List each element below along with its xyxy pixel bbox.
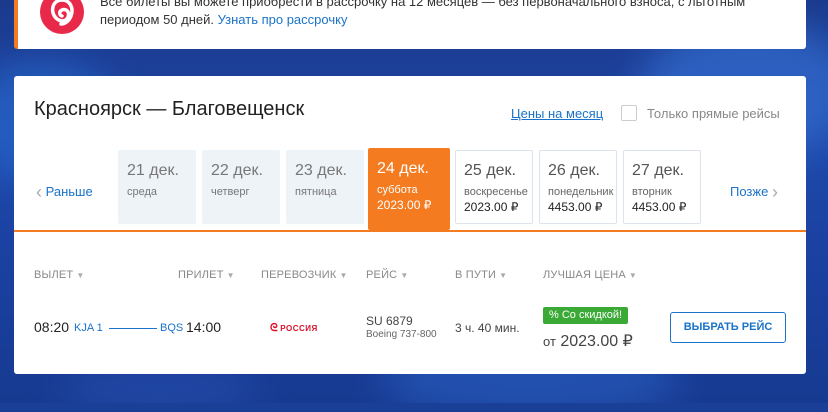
later-dates-button[interactable]: Позже › [730, 182, 778, 203]
promo-message: Все билеты вы можете приобрести в рассро… [100, 0, 746, 27]
sort-price-header[interactable]: ЛУЧШАЯ ЦЕНА ▼ [543, 269, 637, 281]
month-prices-link[interactable]: Цены на месяц [511, 106, 603, 121]
date-day: 25 дек. [464, 162, 516, 179]
date-weekday: суббота [377, 184, 418, 196]
date-day: 24 дек. [377, 160, 429, 177]
carrier-header-label: ПЕРЕВОЗЧИК [261, 269, 337, 281]
flight-header-label: РЕЙС [366, 269, 398, 281]
sort-flight-header[interactable]: РЕЙС ▼ [366, 269, 408, 281]
sort-caret-icon: ▼ [226, 271, 235, 280]
departure-airport: KJA 1 [74, 322, 103, 334]
price-amount: 2023.00 ₽ [560, 333, 633, 350]
installment-info-link[interactable]: Узнать про рассрочку [218, 12, 348, 27]
select-flight-button[interactable]: ВЫБРАТЬ РЕЙС [670, 312, 786, 343]
installment-promo-banner: Все билеты вы можете приобрести в рассро… [14, 0, 806, 49]
date-weekday: вторник [632, 186, 672, 198]
direct-flights-checkbox[interactable] [621, 105, 637, 121]
date-weekday: понедельник [548, 186, 614, 198]
earlier-dates-button[interactable]: ‹ Раньше [36, 182, 93, 203]
sort-caret-icon: ▼ [339, 271, 348, 280]
date-tab-26[interactable]: 26 дек. понедельник 4453.00 ₽ [539, 150, 617, 224]
later-label: Позже [730, 184, 769, 199]
date-weekday: пятница [295, 186, 337, 198]
date-price: 4453.00 ₽ [632, 200, 687, 214]
date-day: 23 дек. [295, 162, 347, 179]
carrier-name: РОССИЯ [280, 324, 318, 333]
accent-divider [14, 230, 806, 232]
date-day: 21 дек. [127, 162, 179, 179]
arrival-time: 14:00 [186, 319, 222, 335]
sort-arrival-header[interactable]: ПРИЛЕТ ▼ [178, 269, 235, 281]
date-day: 27 дек. [632, 162, 684, 179]
price-header-label: ЛУЧШАЯ ЦЕНА [543, 269, 626, 281]
page-bottom-strip [0, 403, 828, 412]
sort-caret-icon: ▼ [499, 271, 508, 280]
arrival-header-label: ПРИЛЕТ [178, 269, 224, 281]
date-price: 4453.00 ₽ [548, 200, 603, 214]
date-tab-23[interactable]: 23 дек. пятница [286, 150, 364, 224]
date-tab-22[interactable]: 22 дек. четверг [202, 150, 280, 224]
departure-header-label: ВЫЛЕТ [34, 269, 74, 281]
direct-flights-label[interactable]: Только прямые рейсы [647, 106, 780, 121]
carrier-mark-icon: ᘓ [270, 322, 279, 334]
brand-logo-icon [40, 0, 84, 34]
price-prefix: от [543, 334, 556, 349]
date-price: 2023.00 ₽ [464, 200, 519, 214]
earlier-label: Раньше [45, 184, 93, 199]
route-title: Красноярск — Благовещенск [34, 98, 305, 120]
search-results-card: Красноярск — Благовещенск Цены на месяц … [14, 76, 806, 374]
date-price: 2023.00 ₽ [377, 198, 432, 212]
date-weekday: воскресенье [464, 186, 528, 198]
promo-text: Все билеты вы можете приобрести в рассро… [100, 0, 800, 29]
sort-caret-icon: ▼ [76, 271, 85, 280]
duration-header-label: В ПУТИ [455, 269, 497, 281]
aircraft-type: Boeing 737-800 [366, 329, 437, 340]
sort-carrier-header[interactable]: ПЕРЕВОЗЧИК ▼ [261, 269, 348, 281]
discount-badge: % Со скидкой! [543, 307, 629, 324]
sort-caret-icon: ▼ [628, 271, 638, 280]
sort-departure-header[interactable]: ВЫЛЕТ ▼ [34, 269, 84, 281]
chevron-right-icon: › [771, 182, 778, 202]
date-day: 26 дек. [548, 162, 600, 179]
arrival-airport: BQS [160, 322, 184, 334]
chevron-left-icon: ‹ [36, 182, 42, 202]
carrier-logo: ᘓ РОССИЯ [270, 322, 318, 335]
date-weekday: четверг [211, 186, 250, 198]
departure-time: 08:20 [34, 319, 70, 335]
flight-duration: 3 ч. 40 мин. [455, 321, 520, 335]
date-tab-21[interactable]: 21 дек. среда [118, 150, 196, 224]
date-tab-24-selected[interactable]: 24 дек. суббота 2023.00 ₽ [368, 148, 450, 230]
flight-price: от 2023.00 ₽ [543, 331, 633, 351]
sort-caret-icon: ▼ [400, 271, 409, 280]
flight-number: SU 6879 [366, 314, 413, 328]
date-tab-25[interactable]: 25 дек. воскресенье 2023.00 ₽ [455, 150, 533, 224]
date-tab-27[interactable]: 27 дек. вторник 4453.00 ₽ [623, 150, 701, 224]
sort-duration-header[interactable]: В ПУТИ ▼ [455, 269, 507, 281]
date-day: 22 дек. [211, 162, 263, 179]
route-line [109, 328, 157, 329]
date-weekday: среда [127, 186, 158, 198]
